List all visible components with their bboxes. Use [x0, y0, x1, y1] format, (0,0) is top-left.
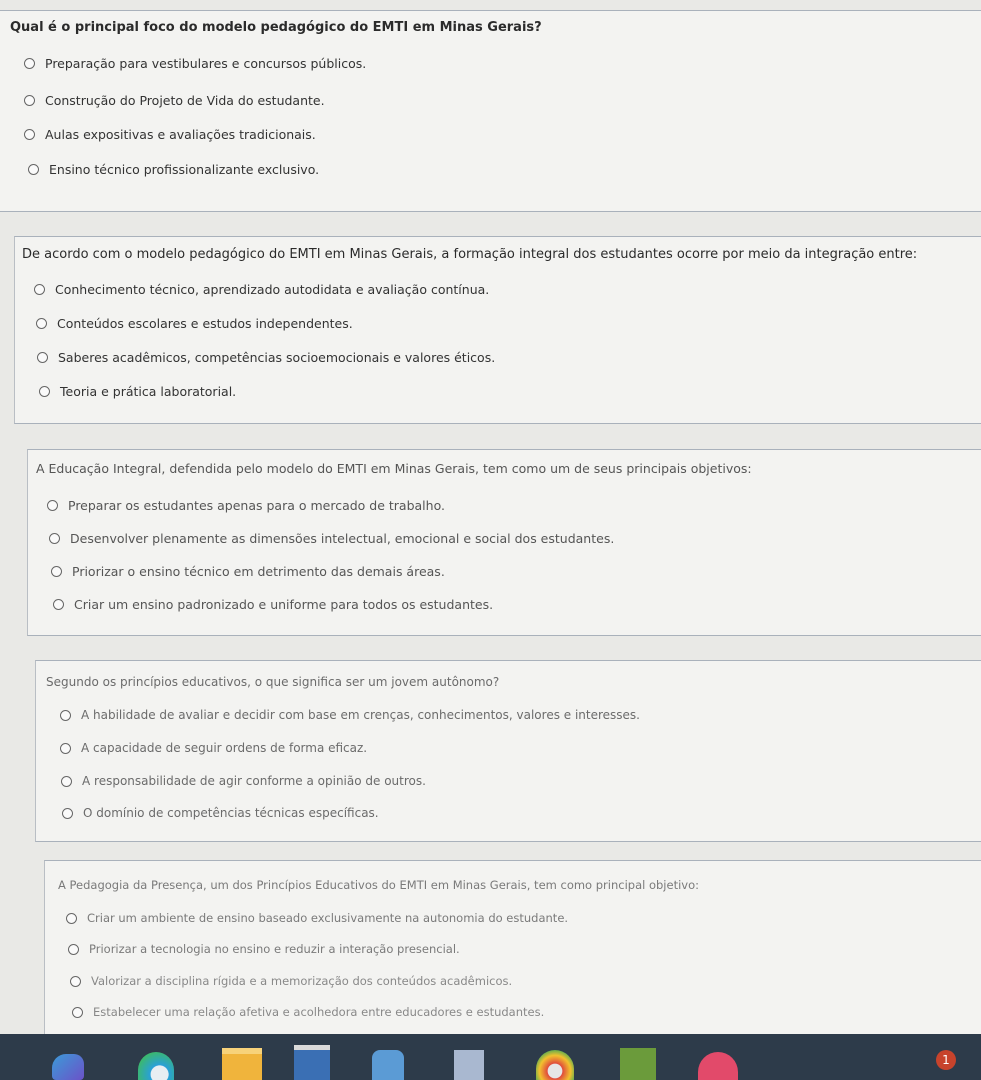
minecraft-icon[interactable] — [620, 1048, 656, 1080]
option-label: Construção do Projeto de Vida do estudan… — [45, 93, 325, 108]
option-label: Saberes acadêmicos, competências socioem… — [58, 350, 496, 365]
radio-button[interactable] — [60, 742, 71, 754]
option-label: Desenvolver plenamente as dimensões inte… — [70, 531, 615, 546]
radio-button[interactable] — [39, 386, 50, 397]
radio-button[interactable] — [49, 533, 60, 544]
q1-option-3[interactable]: Aulas expositivas e avaliações tradicion… — [24, 127, 316, 142]
option-label: Conteúdos escolares e estudos independen… — [57, 316, 353, 331]
radio-button[interactable] — [66, 912, 77, 924]
radio-button[interactable] — [24, 95, 35, 106]
q3-option-4[interactable]: Criar um ensino padronizado e uniforme p… — [53, 597, 493, 612]
radio-button[interactable] — [47, 500, 58, 511]
cloud-icon[interactable] — [698, 1052, 738, 1080]
office-icon[interactable] — [372, 1050, 404, 1080]
question-3-text: A Educação Integral, defendida pelo mode… — [36, 461, 752, 476]
question-4-text: Segundo os princípios educativos, o que … — [46, 675, 500, 689]
option-label: Priorizar o ensino técnico em detrimento… — [72, 564, 445, 579]
radio-button[interactable] — [51, 566, 62, 577]
option-label: Preparação para vestibulares e concursos… — [45, 56, 367, 71]
q5-option-3[interactable]: Valorizar a disciplina rígida e a memori… — [70, 974, 512, 988]
option-label: Teoria e prática laboratorial. — [60, 384, 237, 399]
q2-option-4[interactable]: Teoria e prática laboratorial. — [39, 384, 236, 399]
edge-icon[interactable] — [138, 1052, 174, 1080]
question-5-text: A Pedagogia da Presença, um dos Princípi… — [58, 878, 700, 892]
notification-badge[interactable]: 1 — [936, 1050, 956, 1070]
radio-button[interactable] — [37, 352, 48, 363]
q5-option-1[interactable]: Criar um ambiente de ensino baseado excl… — [66, 911, 568, 925]
option-label: A responsabilidade de agir conforme a op… — [82, 774, 426, 788]
option-label: Valorizar a disciplina rígida e a memori… — [91, 974, 513, 988]
question-1-text: Qual é o principal foco do modelo pedagó… — [10, 20, 542, 35]
radio-button[interactable] — [24, 129, 35, 140]
option-label: Criar um ensino padronizado e uniforme p… — [74, 597, 494, 612]
option-label: Priorizar a tecnologia no ensino e reduz… — [89, 942, 460, 956]
option-label: O domínio de competências técnicas espec… — [83, 806, 379, 820]
radio-button[interactable] — [72, 1006, 83, 1018]
store-icon[interactable] — [294, 1045, 330, 1080]
taskbar: 1 — [0, 1034, 981, 1080]
q4-option-3[interactable]: A responsabilidade de agir conforme a op… — [61, 774, 426, 788]
q2-option-1[interactable]: Conhecimento técnico, aprendizado autodi… — [34, 282, 489, 297]
radio-button[interactable] — [62, 807, 73, 819]
radio-button[interactable] — [61, 775, 72, 787]
radio-button[interactable] — [36, 318, 47, 329]
option-label: A capacidade de seguir ordens de forma e… — [81, 741, 368, 755]
option-label: Ensino técnico profissionalizante exclus… — [49, 162, 320, 177]
radio-button[interactable] — [34, 284, 45, 295]
q1-option-4[interactable]: Ensino técnico profissionalizante exclus… — [28, 162, 319, 177]
q3-option-3[interactable]: Priorizar o ensino técnico em detrimento… — [51, 564, 445, 579]
copilot-icon[interactable] — [52, 1054, 84, 1080]
radio-button[interactable] — [60, 709, 71, 721]
radio-button[interactable] — [24, 58, 35, 69]
option-label: Preparar os estudantes apenas para o mer… — [68, 498, 445, 513]
chrome-icon[interactable] — [536, 1050, 574, 1080]
word-icon[interactable] — [454, 1050, 484, 1080]
q1-option-1[interactable]: Preparação para vestibulares e concursos… — [24, 56, 366, 71]
q4-option-4[interactable]: O domínio de competências técnicas espec… — [62, 806, 379, 820]
option-label: Aulas expositivas e avaliações tradicion… — [45, 127, 316, 142]
q4-option-1[interactable]: A habilidade de avaliar e decidir com ba… — [60, 708, 640, 722]
option-label: Conhecimento técnico, aprendizado autodi… — [55, 282, 490, 297]
q3-option-1[interactable]: Preparar os estudantes apenas para o mer… — [47, 498, 445, 513]
option-label: Estabelecer uma relação afetiva e acolhe… — [93, 1005, 545, 1019]
question-2-text: De acordo com o modelo pedagógico do EMT… — [22, 247, 918, 262]
file-explorer-icon[interactable] — [222, 1048, 262, 1080]
radio-button[interactable] — [28, 164, 39, 175]
radio-button[interactable] — [68, 943, 79, 955]
option-label: Criar um ambiente de ensino baseado excl… — [87, 911, 569, 925]
q4-option-2[interactable]: A capacidade de seguir ordens de forma e… — [60, 741, 367, 755]
q2-option-3[interactable]: Saberes acadêmicos, competências socioem… — [37, 350, 495, 365]
option-label: A habilidade de avaliar e decidir com ba… — [81, 708, 640, 722]
question-card-1 — [0, 10, 981, 212]
q1-option-2[interactable]: Construção do Projeto de Vida do estudan… — [24, 93, 325, 108]
q2-option-2[interactable]: Conteúdos escolares e estudos independen… — [36, 316, 353, 331]
q5-option-4[interactable]: Estabelecer uma relação afetiva e acolhe… — [72, 1005, 544, 1019]
radio-button[interactable] — [53, 599, 64, 610]
radio-button[interactable] — [70, 975, 81, 987]
q3-option-2[interactable]: Desenvolver plenamente as dimensões inte… — [49, 531, 614, 546]
q5-option-2[interactable]: Priorizar a tecnologia no ensino e reduz… — [68, 942, 460, 956]
